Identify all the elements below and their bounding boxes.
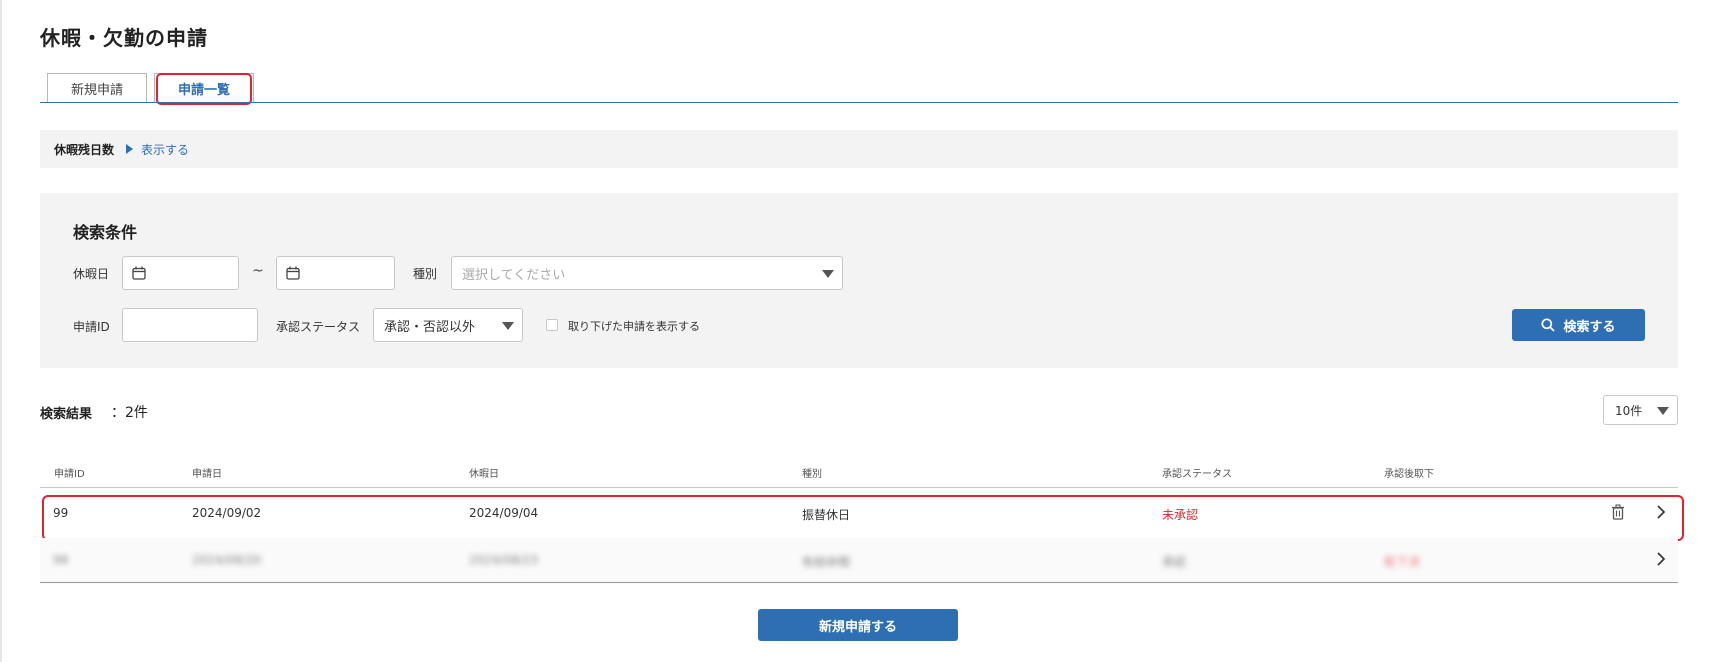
column-header-request-id: 申請ID	[54, 469, 85, 480]
type-select[interactable]: 選択してください	[451, 256, 843, 290]
cell-request-id: 98	[53, 553, 69, 567]
chevron-down-icon	[1657, 407, 1669, 415]
expand-triangle-icon	[126, 144, 134, 154]
cell-request-id: 99	[53, 506, 69, 520]
cell-applied-date: 2024/08/20	[192, 553, 262, 567]
column-header-withdraw: 承認後取下	[1384, 469, 1434, 480]
trash-icon[interactable]	[1611, 504, 1625, 520]
column-header-status: 承認ステータス	[1162, 469, 1232, 480]
column-header-applied-date: 申請日	[192, 469, 222, 480]
cell-type: 振替休日	[802, 508, 851, 522]
tab-request-list[interactable]: 申請一覧	[154, 73, 254, 103]
type-label: 種別	[413, 267, 438, 281]
results-label: 検索結果	[40, 407, 93, 422]
search-panel: 検索条件 休暇日 ~ 種別 選択してください 申請ID 承認ステータス 承認・否…	[40, 193, 1678, 368]
per-page-value: 10件	[1615, 403, 1643, 418]
cell-status: 承認	[1162, 555, 1187, 569]
type-select-placeholder: 選択してください	[462, 267, 566, 283]
search-button-label: 検索する	[1563, 319, 1616, 335]
search-icon	[1541, 318, 1556, 332]
page-title: 休暇・欠勤の申請	[40, 26, 208, 50]
table-row[interactable]: 99 2024/09/02 2024/09/04 振替休日 未承認	[40, 491, 1678, 537]
page-edge	[0, 0, 2, 662]
column-header-type: 種別	[802, 469, 822, 480]
remaining-days-toggle-label: 表示する	[141, 142, 190, 157]
cell-applied-date: 2024/09/02	[192, 506, 262, 520]
column-header-holiday-date: 休暇日	[469, 469, 499, 480]
tab-underline	[40, 102, 1678, 103]
chevron-down-icon	[502, 322, 514, 330]
table-bottom-divider	[40, 582, 1678, 583]
status-select[interactable]: 承認・否認以外	[373, 308, 523, 342]
holiday-label: 休暇日	[73, 267, 110, 281]
cell-status: 未承認	[1162, 508, 1199, 522]
status-select-value: 承認・否認以外	[384, 319, 476, 335]
remaining-days-toggle[interactable]: 表示する	[126, 141, 189, 158]
cell-holiday-date: 2024/08/23	[469, 553, 539, 567]
tab-new-request[interactable]: 新規申請	[47, 73, 147, 103]
chevron-right-icon[interactable]	[1656, 551, 1666, 567]
table-header-divider	[40, 487, 1678, 488]
per-page-select[interactable]: 10件	[1603, 395, 1678, 425]
holiday-from-field[interactable]	[122, 256, 239, 290]
search-button[interactable]: 検索する	[1512, 309, 1645, 341]
chevron-down-icon	[822, 270, 834, 278]
results-count: ：2件	[111, 405, 148, 421]
new-request-button[interactable]: 新規申請する	[758, 609, 958, 641]
show-withdrawn-label: 取り下げた申請を表示する	[568, 320, 700, 333]
cell-type: 有給休暇	[802, 555, 851, 569]
holiday-to-field[interactable]	[276, 256, 395, 290]
range-separator: ~	[252, 263, 264, 279]
remaining-days-bar: 休暇残日数 表示する	[40, 130, 1678, 168]
search-panel-title: 検索条件	[73, 223, 138, 242]
cell-withdraw: 取下済	[1384, 555, 1421, 569]
remaining-days-label: 休暇残日数	[54, 142, 115, 157]
cell-holiday-date: 2024/09/04	[469, 506, 539, 520]
show-withdrawn-checkbox[interactable]	[546, 319, 558, 331]
chevron-right-icon[interactable]	[1656, 504, 1666, 520]
calendar-icon	[132, 266, 146, 280]
status-label: 承認ステータス	[276, 320, 361, 334]
request-id-input[interactable]	[122, 308, 258, 342]
table-row[interactable]: 98 2024/08/20 2024/08/23 有給休暇 承認 取下済	[40, 538, 1678, 584]
calendar-icon	[286, 266, 300, 280]
request-id-label: 申請ID	[73, 320, 110, 334]
